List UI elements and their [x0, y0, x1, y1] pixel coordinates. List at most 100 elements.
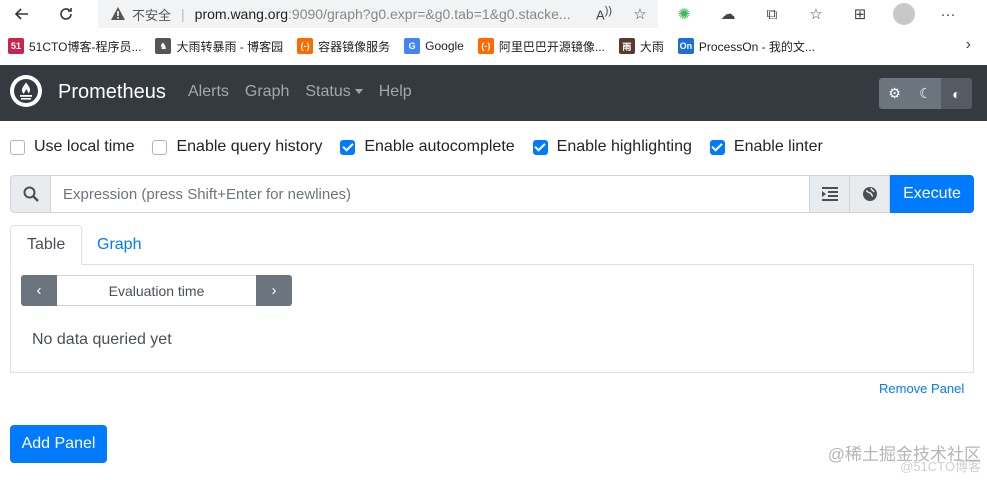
option-use-local-time[interactable]: Use local time: [10, 138, 134, 156]
search-icon: [23, 186, 39, 202]
address-separator: |: [181, 6, 185, 22]
expression-bar: Expression (press Shift+Enter for newlin…: [10, 175, 974, 213]
bookmark-favicon-icon: 51: [8, 38, 24, 54]
bookmark-label: ProcessOn - 我的文...: [698, 39, 815, 54]
url-host: prom.wang.org: [194, 6, 289, 22]
profile-button[interactable]: [890, 0, 918, 28]
nav-status[interactable]: Status: [305, 83, 363, 101]
bookmark-label: 大雨转暴雨 - 博客园: [176, 39, 284, 54]
extensions-bar: ✺ ☁ ⧉ ☆ ⊞ ···: [670, 0, 962, 28]
eval-prev-button[interactable]: ‹: [21, 275, 57, 306]
bookmark-item[interactable]: (-) 阿里巴巴开源镜像...: [477, 38, 605, 55]
option-enable-autocomplete[interactable]: Enable autocomplete: [340, 138, 515, 156]
arrow-left-icon: [14, 8, 28, 20]
option-enable-query-history[interactable]: Enable query history: [152, 138, 322, 156]
read-aloud-icon: A)): [596, 5, 612, 23]
nav-alerts[interactable]: Alerts: [188, 83, 229, 101]
bookmark-label: 51CTO博客-程序员...: [29, 39, 142, 54]
extension-cloud[interactable]: ☁: [714, 0, 742, 28]
brand-title[interactable]: Prometheus: [58, 81, 166, 104]
collections-icon: ⊞: [853, 6, 867, 23]
url-path: :9090/graph?g0.expr=&g0.tab=1&g0.stacke.…: [288, 6, 571, 22]
list-icon: [821, 187, 838, 201]
bookmark-favicon-icon: G: [404, 38, 421, 54]
bookmark-favicon-icon: 雨: [618, 38, 635, 54]
theme-auto-button[interactable]: ◐: [941, 78, 972, 109]
no-data-message: No data queried yet: [32, 331, 172, 348]
nav-graph[interactable]: Graph: [245, 83, 289, 101]
option-enable-linter[interactable]: Enable linter: [709, 138, 823, 156]
reload-icon: [60, 8, 72, 20]
metrics-globe-button[interactable]: [850, 175, 890, 213]
moon-icon: ☾: [919, 85, 932, 101]
checkbox-label: Use local time: [34, 138, 135, 155]
cloud-icon: ☁: [720, 6, 736, 23]
search-addon: [10, 175, 51, 213]
favorites-icon: ☆: [809, 6, 823, 23]
watermark: @稀土掘金技术社区 @51CTO博客: [828, 440, 981, 474]
tab-table[interactable]: Table: [10, 225, 83, 265]
add-panel-button[interactable]: Add Panel: [10, 425, 107, 463]
eval-next-button[interactable]: ›: [256, 275, 292, 306]
puzzle-icon: ⧉: [766, 5, 778, 23]
metrics-explorer-button[interactable]: [810, 175, 850, 213]
bookmark-favicon-icon: On: [677, 38, 694, 54]
tab-graph[interactable]: Graph: [81, 225, 157, 265]
bookmark-label: 大雨: [639, 39, 664, 54]
extension-green[interactable]: ✺: [670, 0, 698, 28]
expression-input[interactable]: Expression (press Shift+Enter for newlin…: [51, 175, 810, 213]
checkbox[interactable]: [340, 139, 356, 155]
more-icon: ···: [940, 5, 956, 23]
checkbox[interactable]: [532, 139, 548, 155]
browser-toolbar: 不安全 | prom.wang.org:9090/graph?g0.expr=&…: [0, 0, 987, 28]
reload-button[interactable]: [52, 0, 80, 28]
chevron-right-icon: ›: [271, 282, 277, 299]
collections-button[interactable]: ⊞: [846, 0, 874, 28]
nav-help[interactable]: Help: [379, 83, 412, 101]
chevron-left-icon: ‹: [36, 282, 42, 299]
bookmark-favicon-icon: (-): [477, 38, 494, 54]
checkbox[interactable]: [709, 139, 725, 155]
checkbox[interactable]: [152, 139, 168, 155]
bookmark-item[interactable]: G Google: [404, 38, 464, 54]
query-options: Use local time Enable query history Enable…: [10, 138, 841, 156]
warning-icon: [111, 7, 125, 20]
theme-dark-button[interactable]: ☾: [910, 78, 941, 109]
checkbox-label: Enable linter: [733, 138, 823, 155]
evaluation-time-input[interactable]: Evaluation time: [57, 275, 256, 306]
bookmark-item[interactable]: ♞ 大雨转暴雨 - 博客园: [155, 38, 283, 55]
remove-panel-link[interactable]: Remove Panel: [879, 381, 964, 396]
bookmark-item[interactable]: (-) 容器镜像服务: [297, 38, 390, 55]
back-button[interactable]: [8, 0, 36, 28]
url-text: prom.wang.org:9090/graph?g0.expr=&g0.tab…: [195, 6, 571, 22]
read-aloud-button[interactable]: A)): [590, 0, 618, 28]
favorites-button[interactable]: ☆: [802, 0, 830, 28]
nav-status-label: Status: [305, 83, 351, 100]
bookmark-item[interactable]: 51 51CTO博客-程序员...: [8, 38, 141, 55]
checkbox[interactable]: [10, 139, 25, 155]
bookmark-favicon-icon: (-): [297, 38, 314, 54]
favorite-button[interactable]: ☆: [626, 0, 654, 28]
navbar: Prometheus Alerts Graph Status Help: [0, 65, 987, 121]
theme-toggle-group: ⚙ ☾ ◐: [879, 78, 972, 109]
bookmark-label: 容器镜像服务: [318, 39, 391, 54]
star-add-icon: ☆: [633, 6, 647, 23]
bookmark-item[interactable]: On ProcessOn - 我的文...: [677, 38, 815, 55]
watermark-sub: @51CTO博客: [900, 459, 981, 474]
prometheus-logo-icon[interactable]: [10, 75, 42, 107]
evaluation-time-control: ‹ Evaluation time ›: [21, 275, 292, 306]
theme-light-button[interactable]: ⚙: [879, 78, 910, 109]
checkbox-label: Enable query history: [176, 138, 323, 155]
globe-icon: [862, 187, 877, 201]
execute-button[interactable]: Execute: [890, 175, 974, 213]
flame-icon: [14, 79, 38, 103]
bookmark-label: 阿里巴巴开源镜像...: [498, 39, 605, 54]
bookmarks-overflow-icon[interactable]: ›: [966, 36, 971, 54]
menu-button[interactable]: ···: [934, 0, 962, 28]
option-enable-highlighting[interactable]: Enable highlighting: [532, 138, 692, 156]
address-bar[interactable]: 不安全 | prom.wang.org:9090/graph?g0.expr=&…: [98, 0, 658, 28]
extensions-button[interactable]: ⧉: [758, 0, 786, 28]
green-extension-icon: ✺: [677, 6, 691, 23]
chevron-down-icon: [354, 89, 363, 95]
bookmark-item[interactable]: 雨大雨: [618, 38, 664, 55]
